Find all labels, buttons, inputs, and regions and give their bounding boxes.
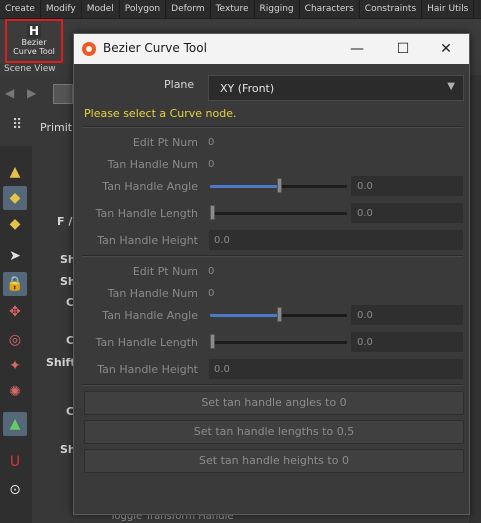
shelf-tab-constraints[interactable]: Constraints [360, 0, 423, 19]
tan-handle-height-field[interactable]: 0.0 [208, 229, 464, 251]
shelf-tab-polygon[interactable]: Polygon [120, 0, 167, 19]
soft-mod-icon[interactable]: ▲ [3, 412, 27, 436]
shelf-tab-characters[interactable]: Characters [300, 0, 360, 19]
viewport-thumbnail[interactable] [53, 84, 73, 104]
slider-fill [210, 185, 279, 188]
select-arrow-icon[interactable]: ➤ [3, 244, 27, 268]
tan-handle-height-label: Tan Handle Height [97, 234, 198, 247]
side-text-6: Shift [46, 356, 76, 369]
divider [82, 255, 463, 257]
shelf-tab-model[interactable]: Model [82, 0, 120, 19]
scene-view-label: Scene View [4, 64, 56, 74]
shelf-tab-bar: Create Modify Model Polygon Deform Textu… [0, 0, 481, 19]
tan-handle-length-slider[interactable] [210, 205, 347, 220]
shelf-tab-deform[interactable]: Deform [166, 0, 211, 19]
universal-tool-icon[interactable]: ✺ [3, 380, 27, 404]
lock-icon[interactable]: 🔒 [3, 272, 27, 296]
edit-pt-num-label: Edit Pt Num [132, 265, 198, 278]
dialog-title: Bezier Curve Tool [103, 41, 207, 55]
divider [82, 126, 463, 128]
tan-handle-height-field[interactable]: 0.0 [208, 358, 464, 380]
primitives-label: Primiti [40, 121, 76, 134]
snap-icon[interactable]: ⊙ [3, 478, 27, 502]
set-tan-handle-angles-button[interactable]: Set tan handle angles to 0 [84, 391, 464, 415]
back-arrow-icon[interactable]: ◀ [5, 86, 14, 100]
shelf-tool-label-line2: Curve Tool [13, 47, 55, 56]
tan-handle-angle-label: Tan Handle Angle [102, 309, 198, 322]
tan-handle-length-field[interactable]: 0.0 [350, 202, 464, 224]
tan-handle-num-value: 0 [208, 288, 215, 299]
houdini-app-icon [82, 42, 96, 56]
shelf-tab-rigging[interactable]: Rigging [255, 0, 300, 19]
bezier-curve-tool-dialog: Bezier Curve Tool — ☐ ✕ Plane XY (Front)… [73, 33, 470, 515]
brush-icon[interactable]: ◆ [3, 212, 27, 236]
rotate-tool-icon[interactable]: ◎ [3, 328, 27, 352]
shelf-tab-create[interactable]: Create [0, 0, 41, 19]
slider-handle[interactable] [276, 307, 282, 322]
tan-handle-angle-label: Tan Handle Angle [102, 180, 198, 193]
scale-tool-icon[interactable]: ✦ [3, 354, 27, 378]
tan-handle-angle-field[interactable]: 0.0 [350, 304, 464, 326]
slider-handle[interactable] [210, 334, 215, 349]
tan-handle-length-slider[interactable] [210, 334, 347, 349]
shelf-tool-label-line1: Bezier [21, 38, 47, 47]
tan-handle-length-label: Tan Handle Length [95, 207, 198, 220]
paint-icon[interactable]: ▲ [3, 160, 27, 184]
tan-handle-angle-field[interactable]: 0.0 [350, 175, 464, 197]
tan-handle-length-label: Tan Handle Length [95, 336, 198, 349]
forward-arrow-icon[interactable]: ▶ [27, 86, 36, 100]
slider-handle[interactable] [276, 178, 282, 193]
tan-handle-length-field[interactable]: 0.0 [350, 331, 464, 353]
bezier-curve-tool-shelf-button[interactable]: H Bezier Curve Tool [5, 19, 63, 63]
tan-handle-num-value: 0 [208, 159, 215, 170]
slider-fill [210, 314, 279, 317]
side-text-1: F / [57, 215, 73, 228]
shelf-tab-modify[interactable]: Modify [41, 0, 82, 19]
tan-handle-angle-slider[interactable] [210, 307, 347, 322]
shelf-tab-hair-utils[interactable]: Hair Utils [422, 0, 475, 19]
tool-column: ▲ ◆ ◆ ➤ 🔒 ✥ ◎ ✦ ✺ ▲ U ⊙ [0, 146, 32, 523]
maximize-button[interactable]: ☐ [380, 34, 426, 64]
chevron-down-icon: ▼ [447, 81, 455, 92]
plane-selected-value: XY (Front) [220, 82, 275, 95]
set-tan-handle-heights-button[interactable]: Set tan handle heights to 0 [84, 449, 464, 473]
set-tan-handle-lengths-button[interactable]: Set tan handle lengths to 0.5 [84, 420, 464, 444]
magnet-icon[interactable]: U [3, 450, 27, 474]
bezier-tool-icon: H [27, 24, 41, 38]
edit-pt-num-label: Edit Pt Num [132, 136, 198, 149]
shelf-tab-texture[interactable]: Texture [211, 0, 255, 19]
plane-dropdown[interactable]: XY (Front) ▼ [208, 75, 464, 101]
edit-pt-num-value: 0 [208, 137, 215, 148]
edit-pt-num-value: 0 [208, 266, 215, 277]
grid-icon[interactable]: ⠿ [12, 117, 28, 133]
paint-select-icon[interactable]: ◆ [3, 186, 27, 210]
tan-handle-num-label: Tan Handle Num [107, 158, 198, 171]
divider [82, 384, 463, 386]
dialog-titlebar[interactable]: Bezier Curve Tool — ☐ ✕ [74, 34, 469, 64]
tan-handle-num-label: Tan Handle Num [107, 287, 198, 300]
move-tool-icon[interactable]: ✥ [3, 300, 27, 324]
close-button[interactable]: ✕ [423, 34, 469, 64]
minimize-button[interactable]: — [334, 34, 380, 64]
warning-message: Please select a Curve node. [84, 107, 237, 120]
tan-handle-angle-slider[interactable] [210, 178, 347, 193]
dialog-content: Plane XY (Front) ▼ Please select a Curve… [74, 64, 469, 514]
plane-label: Plane [164, 78, 195, 91]
right-panel [469, 75, 481, 523]
tan-handle-height-label: Tan Handle Height [97, 363, 198, 376]
slider-handle[interactable] [210, 205, 215, 220]
